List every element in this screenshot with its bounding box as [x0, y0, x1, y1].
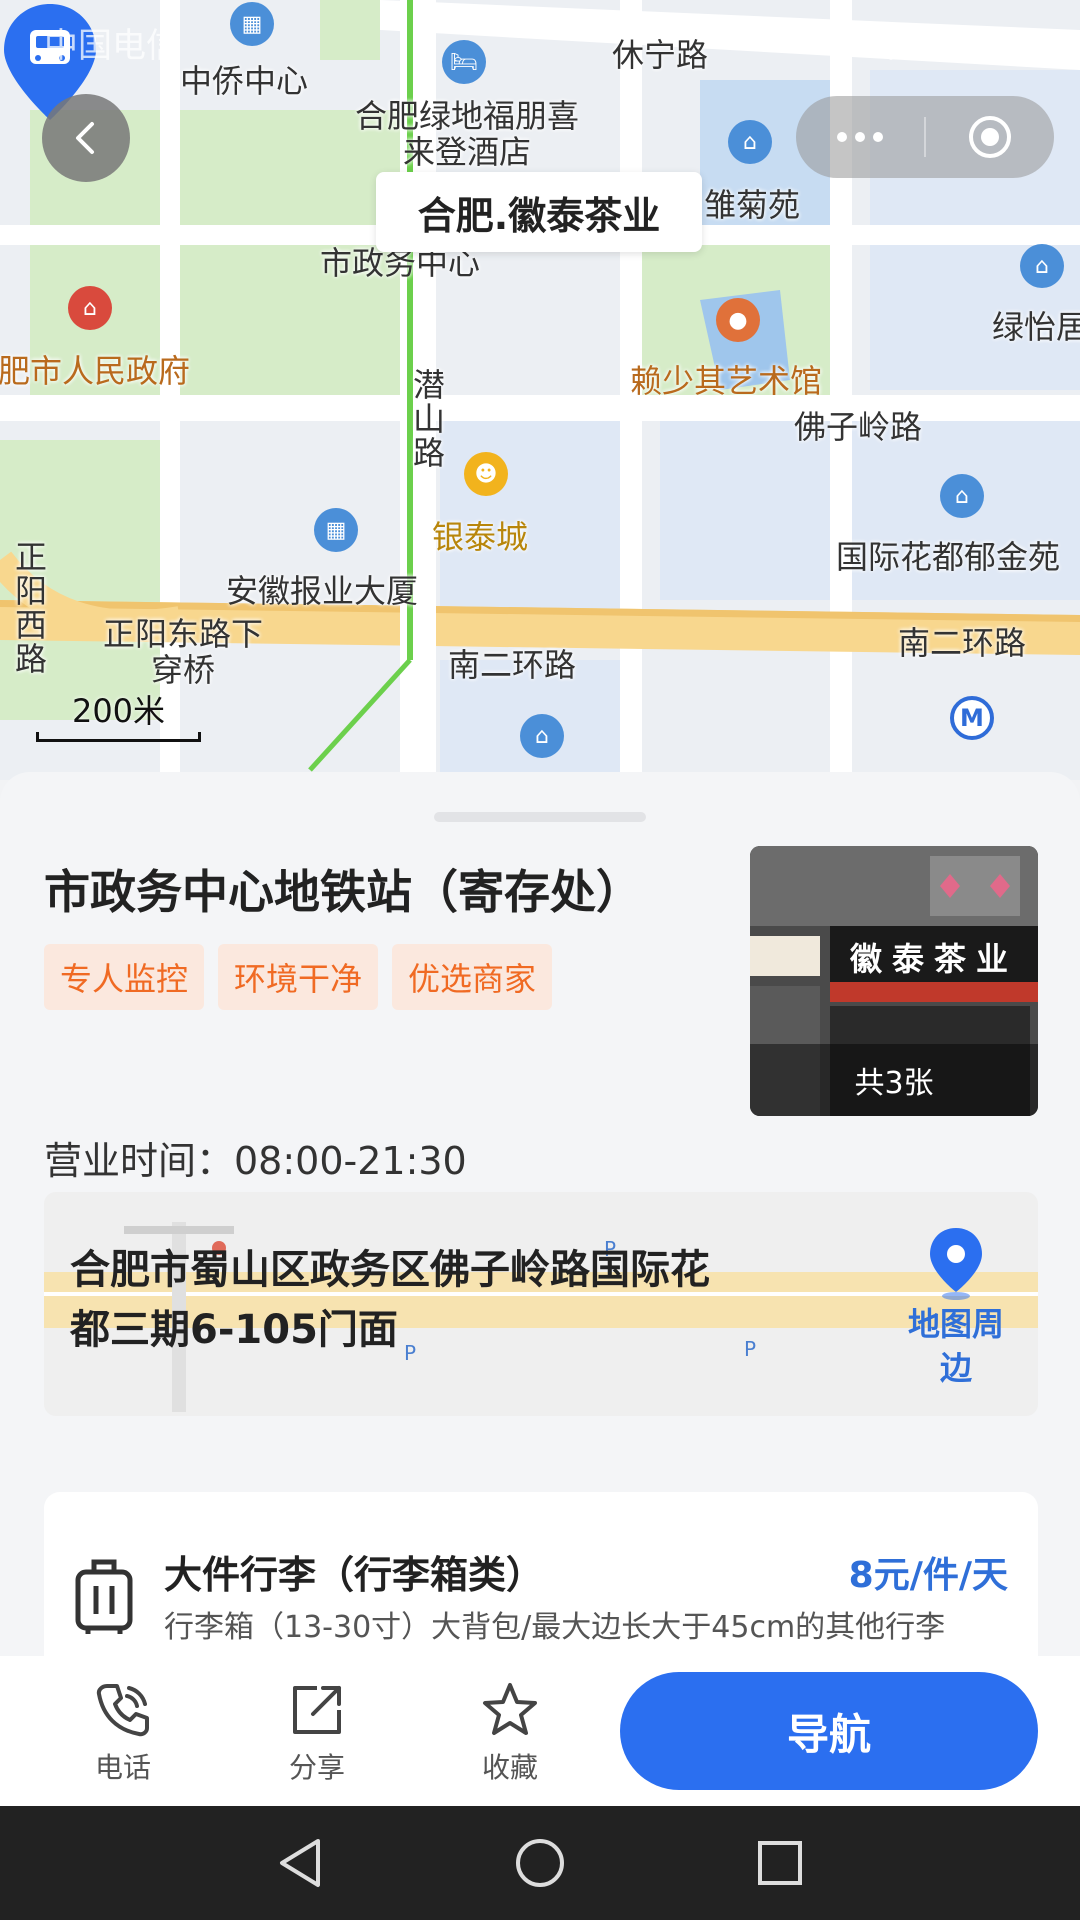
map-label-qianshan: 潜山路	[408, 368, 446, 470]
map-label-baoye: 安徽报业大厦	[226, 572, 419, 610]
tag: 优选商家	[392, 944, 553, 1010]
target-icon	[969, 116, 1011, 158]
residence-poi-icon[interactable]: ⌂	[940, 474, 984, 518]
residence-poi-icon[interactable]: ⌂	[728, 120, 772, 164]
more-dot	[873, 132, 883, 142]
business-hours: 营业时间：08:00-21:30	[44, 1139, 467, 1183]
map-label-lvyi: 绿怡居	[992, 308, 1080, 346]
close-miniapp-button[interactable]	[926, 96, 1054, 178]
action-bar: 电话 分享 收藏 导航	[0, 1656, 1080, 1806]
navigate-button[interactable]: 导航	[620, 1672, 1038, 1790]
favorite-label: 收藏	[481, 1751, 538, 1784]
scale-text: 200米	[71, 692, 166, 730]
map-around-label: 地图周边	[907, 1305, 1004, 1387]
luggage-price: 8元/件/天	[848, 1555, 1008, 1596]
place-detail-sheet: 市政务中心地铁站（寄存处） 专人监控 环境干净 优选商家 徽泰茶业 共3张 营业…	[0, 772, 1080, 1806]
storefront-sign-text: 徽泰茶业	[849, 940, 1018, 978]
residence-poi-icon[interactable]: ⌂	[1020, 244, 1064, 288]
map-label-city-gov: 合肥市人民政府	[0, 352, 191, 390]
residence-poi-icon[interactable]: ⌂	[520, 714, 564, 758]
map-around-button[interactable]: 地图周边	[898, 1226, 1014, 1390]
map-label-foziling: 佛子岭路	[794, 408, 923, 446]
svg-text:P: P	[744, 1337, 756, 1361]
phone-icon	[96, 1684, 149, 1737]
place-photo[interactable]: 徽泰茶业 共3张	[750, 846, 1038, 1116]
drag-handle[interactable]	[434, 812, 646, 822]
luggage-title: 大件行李（行李箱类）	[164, 1553, 545, 1597]
system-nav-bar	[0, 1806, 1080, 1920]
chevron-left-icon	[76, 122, 94, 154]
metro-poi-icon[interactable]: M	[950, 696, 994, 740]
mall-poi-icon[interactable]: ☻	[464, 452, 508, 496]
address-text: 合肥市蜀山区政务区佛子岭路国际花都三期6-105门面	[70, 1247, 710, 1353]
map-scale: 200米	[36, 686, 201, 742]
favorite-button[interactable]: 收藏	[455, 1680, 565, 1786]
map-label-nan2-a: 南二环路	[448, 646, 577, 684]
map-label-nan2-b: 南二环路	[898, 624, 1027, 662]
recents-square-icon[interactable]	[752, 1835, 808, 1891]
marker-label[interactable]: 合肥.徽泰茶业	[376, 172, 702, 252]
more-dot	[855, 132, 865, 142]
place-title: 市政务中心地铁站（寄存处）	[44, 865, 642, 919]
share-icon	[293, 1686, 341, 1734]
map-label-huadu: 国际花都郁金苑	[836, 538, 1061, 576]
map-label-hotel: 合肥绿地福朋喜来登酒店	[354, 97, 579, 171]
star-icon	[483, 1683, 537, 1735]
address-card[interactable]: P P P 合肥市蜀山区政务区佛子岭路国际花都三期6-105门面 地图周边	[44, 1192, 1038, 1416]
building-poi-icon[interactable]: ▦	[314, 508, 358, 552]
government-poi-icon[interactable]: ⌂	[68, 286, 112, 330]
map-label-zhengyang-tunnel: 正阳东路下穿桥	[102, 615, 263, 689]
tag: 环境干净	[218, 944, 379, 1010]
status-carrier: 中国电信	[44, 26, 180, 66]
more-dots-icon	[837, 132, 847, 142]
status-time: 中午12:48	[874, 26, 1040, 66]
map-label-chuju: 雏菊苑	[704, 186, 801, 224]
phone-label: 电话	[94, 1751, 151, 1784]
more-button[interactable]	[796, 96, 924, 178]
share-button[interactable]: 分享	[262, 1680, 372, 1786]
share-label: 分享	[288, 1751, 345, 1784]
status-bar: 中国电信 中午12:48	[0, 0, 1080, 76]
home-circle-icon[interactable]	[512, 1835, 568, 1891]
back-button[interactable]	[42, 94, 130, 182]
luggage-description: 行李箱（13-30寸）大背包/最大边长大于45cm的其他行李	[164, 1610, 946, 1645]
miniapp-capsule	[796, 96, 1054, 178]
suitcase-icon	[75, 1559, 133, 1634]
tag-list: 专人监控 环境干净 优选商家	[44, 944, 553, 1010]
art-poi-icon[interactable]: ●	[716, 298, 760, 342]
photo-count: 共3张	[750, 1044, 1038, 1116]
back-triangle-icon[interactable]	[272, 1835, 328, 1891]
map-label-art-museum: 赖少其艺术馆	[630, 362, 823, 400]
scale-bar	[36, 732, 201, 742]
map-label-yintai: 银泰城	[432, 518, 529, 556]
location-pin-icon	[930, 1228, 982, 1300]
map-label-zhengyang-west: 正阳西路	[10, 540, 48, 676]
phone-button[interactable]: 电话	[68, 1680, 178, 1786]
tag: 专人监控	[44, 944, 205, 1010]
